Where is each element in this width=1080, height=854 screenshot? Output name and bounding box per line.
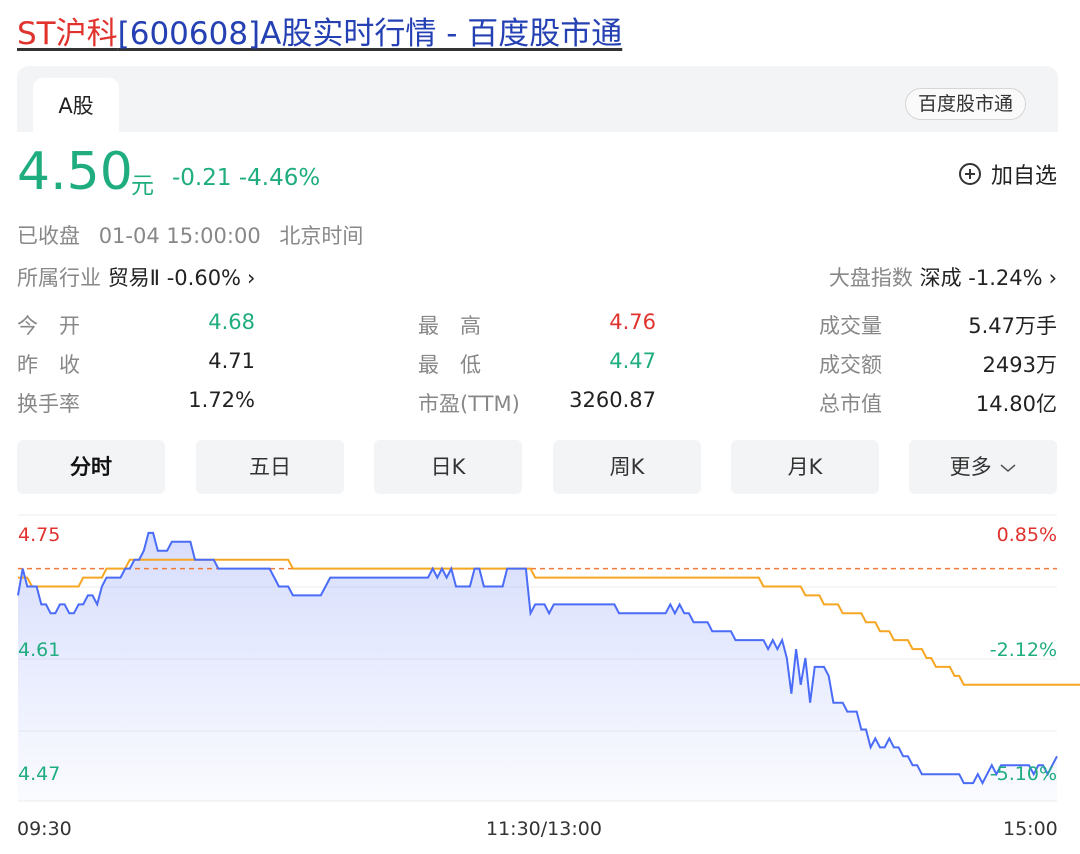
index-change: -1.24% [968, 266, 1043, 290]
industry-name: 贸易Ⅱ [107, 266, 161, 290]
tab-five-day[interactable]: 五日 [196, 440, 344, 494]
page-title-link[interactable]: ST沪科[600608]A股实时行情 - 百度股市通 [17, 12, 622, 56]
prev-close-label: 昨 收 [17, 353, 80, 377]
market-cap-label: 总市值 [819, 392, 882, 416]
tab-monthly-k[interactable]: 月K [731, 440, 879, 494]
current-price: 4.50 [17, 142, 133, 202]
high-value: 4.76 [609, 310, 656, 334]
index-label: 大盘指数 [828, 266, 913, 290]
open-label: 今 开 [17, 314, 80, 338]
market-status: 已收盘 01-04 15:00:00 北京时间 [17, 220, 375, 250]
stock-name: ST沪科 [17, 16, 118, 52]
y-tick-left: 4.47 [18, 763, 60, 785]
open-value: 4.68 [208, 310, 255, 334]
price-unit: 元 [131, 173, 154, 199]
pe-value: 3260.87 [569, 388, 656, 412]
market-index-link[interactable]: 大盘指数 深成 -1.24% › [829, 262, 1057, 292]
amount-label: 成交额 [819, 353, 882, 377]
x-tick-midday: 11:30/13:00 [486, 818, 602, 840]
price-change: -0.21 -4.46% [172, 165, 321, 191]
tab-weekly-k[interactable]: 周K [553, 440, 701, 494]
status-timezone: 北京时间 [279, 224, 364, 248]
status-text: 已收盘 [17, 224, 80, 248]
volume-label: 成交量 [819, 314, 882, 338]
x-tick-open: 09:30 [17, 818, 72, 840]
tab-daily-k[interactable]: 日K [374, 440, 522, 494]
x-tick-close: 15:00 [1003, 818, 1058, 840]
source-badge[interactable]: 百度股市通 [904, 88, 1026, 120]
title-rest: [600608]A股实时行情 - 百度股市通 [117, 16, 623, 52]
tab-more-label: 更多 [949, 455, 992, 479]
turnover-rate-label: 换手率 [17, 392, 80, 416]
volume-value: 5.47万手 [968, 314, 1057, 338]
industry-change: -0.60% [166, 266, 242, 290]
low-value: 4.47 [609, 349, 656, 373]
add-watchlist-label: 加自选 [990, 164, 1057, 189]
high-label: 最 高 [418, 314, 481, 338]
y-tick-right: -2.12% [990, 639, 1057, 661]
tab-more[interactable]: 更多 [909, 440, 1057, 494]
index-name: 深成 [919, 266, 962, 290]
industry-link[interactable]: 所属行业 贸易Ⅱ -0.60% › [17, 262, 255, 292]
y-tick-left: 4.75 [18, 524, 60, 546]
chevron-down-icon [1000, 464, 1016, 472]
chevron-right-icon: › [247, 266, 256, 290]
prev-close-value: 4.71 [208, 349, 255, 373]
price-area-fill [18, 532, 1057, 801]
intraday-chart[interactable]: 4.75 4.61 4.47 0.85% -2.12% -5.10% [0, 505, 1080, 815]
pe-label: 市盈(TTM) [418, 392, 520, 416]
status-datetime: 01-04 15:00:00 [98, 224, 261, 248]
low-label: 最 低 [418, 353, 481, 377]
industry-label: 所属行业 [17, 266, 101, 290]
plus-circle-icon [958, 163, 981, 185]
y-tick-right: -5.10% [990, 763, 1057, 785]
market-cap-value: 14.80亿 [975, 392, 1057, 416]
chevron-right-icon: › [1048, 266, 1057, 290]
y-tick-right: 0.85% [997, 524, 1057, 546]
turnover-rate-value: 1.72% [188, 388, 255, 412]
tab-intraday[interactable]: 分时 [17, 440, 165, 494]
y-tick-left: 4.61 [18, 639, 60, 661]
add-watchlist-button[interactable]: 加自选 [958, 158, 1057, 190]
tab-a-share[interactable]: A股 [33, 78, 119, 134]
market-tab-bar: A股 百度股市通 [17, 66, 1058, 134]
amount-value: 2493万 [982, 353, 1057, 377]
